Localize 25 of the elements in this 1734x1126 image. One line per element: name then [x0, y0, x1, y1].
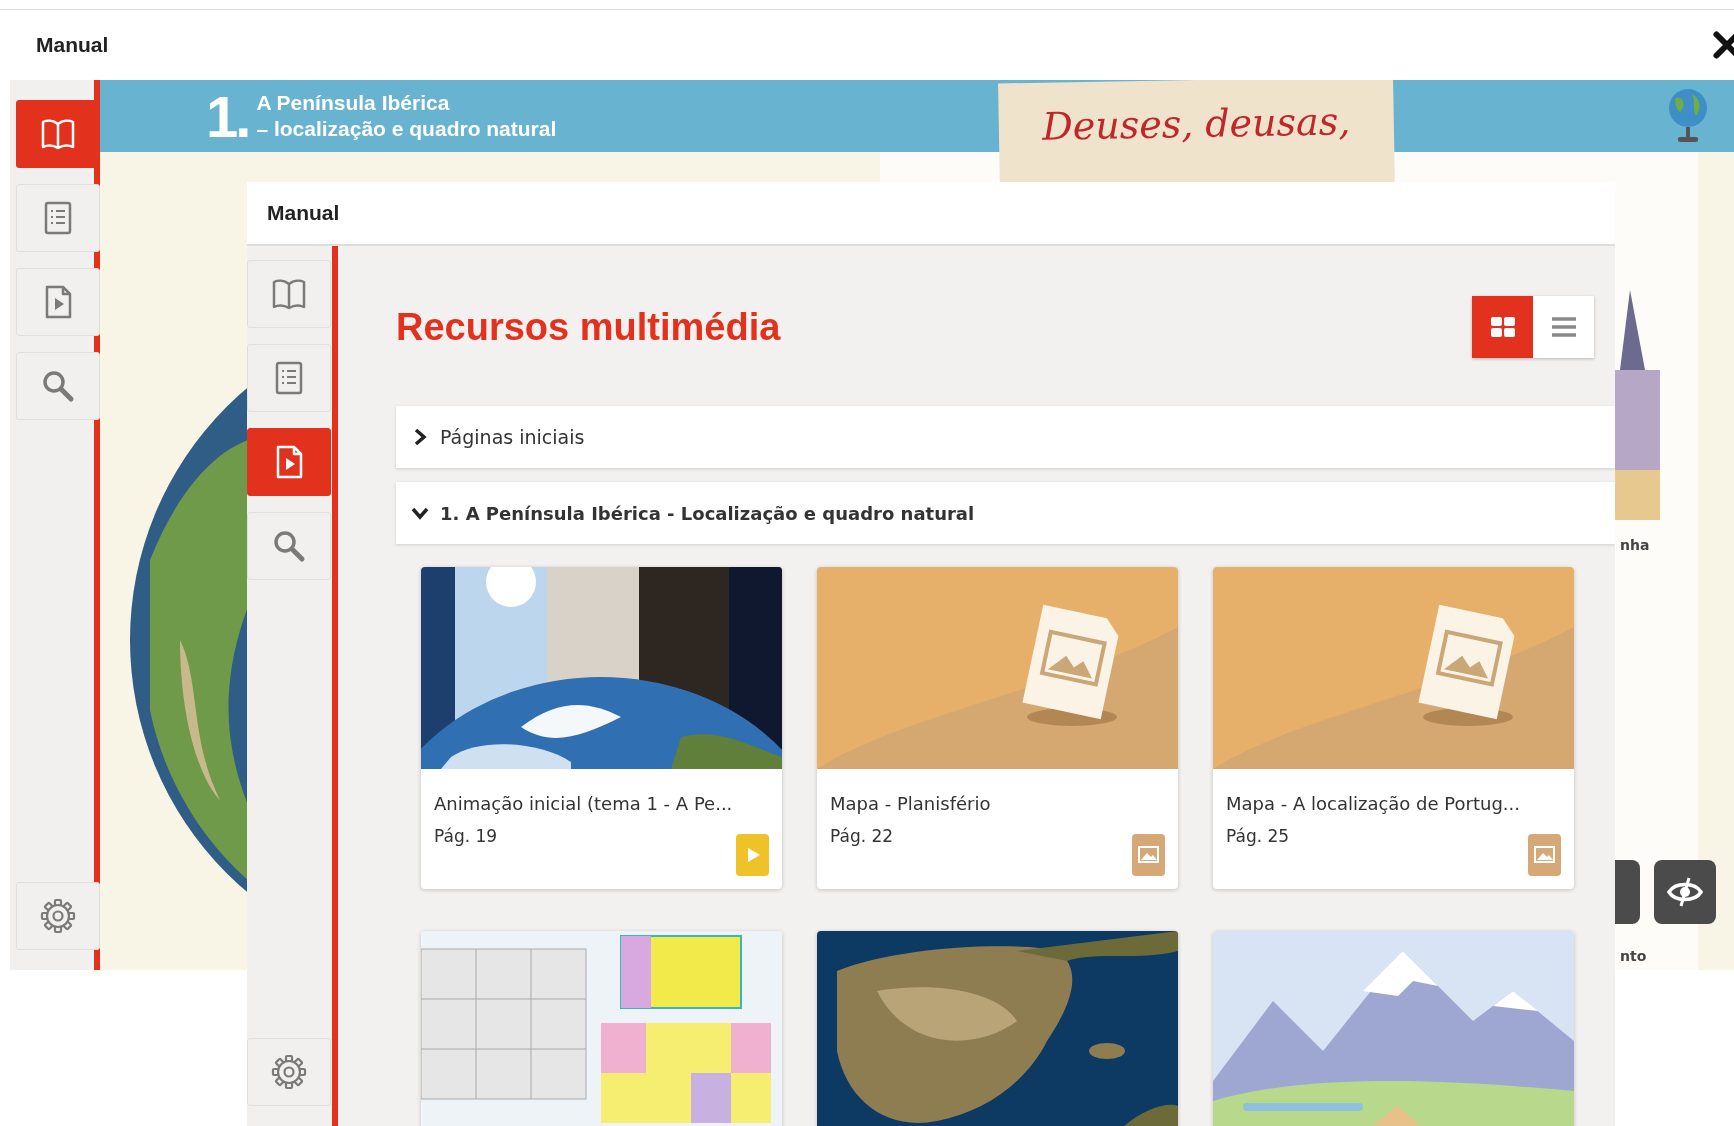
resource-title: Mapa - A localização de Portug...	[1226, 793, 1521, 814]
chapter-number: 1.	[206, 82, 249, 150]
image-badge-icon	[1528, 834, 1561, 876]
page-number: Pág. 22	[830, 826, 895, 846]
settings-button[interactable]	[247, 1038, 331, 1106]
settings-button[interactable]	[16, 882, 100, 950]
settings-icon	[269, 1052, 309, 1092]
close-icon[interactable]	[1712, 30, 1734, 60]
window-title: Manual	[36, 33, 109, 57]
resource-card[interactable]: Mapa - Planisfério Pág. 22	[817, 567, 1178, 889]
settings-icon	[38, 896, 78, 936]
view-toggle[interactable]	[1533, 296, 1594, 358]
page-number: Pág. 25	[1226, 826, 1291, 846]
page-text: nha	[1620, 537, 1650, 553]
window-title: Manual	[267, 201, 340, 225]
image-badge-icon	[1132, 834, 1165, 876]
chapter-title: – localização e quadro natural	[256, 116, 557, 142]
view-toggle[interactable]	[1472, 296, 1533, 358]
resource-title: Mapa - Planisfério	[830, 793, 992, 814]
page-text: nto	[1620, 948, 1647, 964]
resource-card[interactable]: Mapa - A localização de Portug... Pág. 25	[1213, 567, 1574, 889]
parchment-title: Deuses, deusas,	[1041, 99, 1352, 151]
accessibility-button[interactable]	[1654, 860, 1716, 924]
chapter-title: A Península Ibérica	[256, 90, 451, 116]
globe-icon	[1666, 86, 1710, 144]
